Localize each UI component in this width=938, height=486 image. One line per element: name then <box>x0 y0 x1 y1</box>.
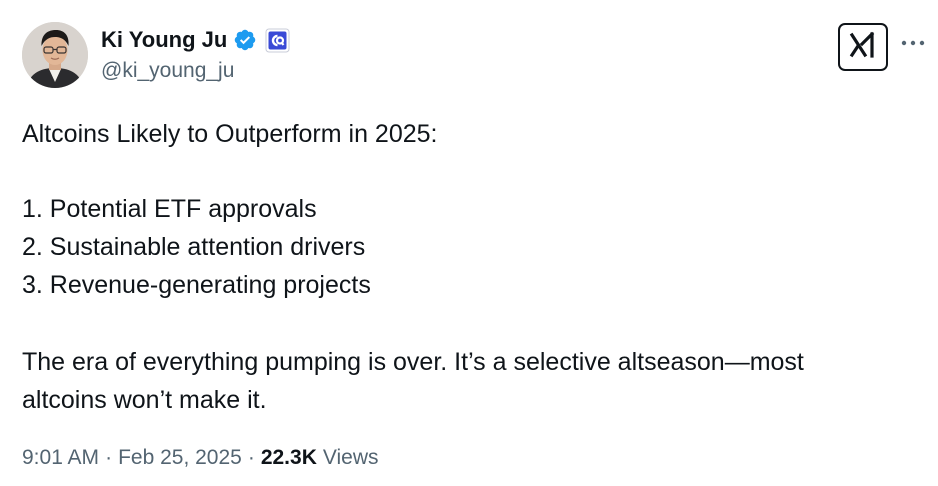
meta-separator: · <box>105 446 113 469</box>
cryptoquant-affiliate-icon[interactable] <box>265 28 290 53</box>
tweet-card: Ki Young Ju @ki_young_ju Altcoins Likely… <box>0 0 938 486</box>
more-dots-icon <box>901 34 925 52</box>
tweet-text-line: 1. Potential ETF approvals <box>22 195 317 223</box>
tweet-text-line: The era of everything pumping is over. I… <box>22 348 804 376</box>
tweet-text-line: Altcoins Likely to Outperform in 2025: <box>22 120 438 148</box>
avatar[interactable] <box>22 22 88 88</box>
author-name-row: Ki Young Ju <box>101 25 290 55</box>
grok-icon <box>848 31 878 64</box>
tweet-text-line: 2. Sustainable attention drivers <box>22 233 366 261</box>
author-handle[interactable]: @ki_young_ju <box>101 59 234 83</box>
tweet-text-line: altcoins won’t make it. <box>22 386 267 414</box>
tweet-text-line: 3. Revenue-generating projects <box>22 271 371 299</box>
author-display-name[interactable]: Ki Young Ju <box>101 27 227 53</box>
verified-badge-icon[interactable] <box>233 28 257 52</box>
views-count[interactable]: 22.3K <box>261 446 317 470</box>
tweet-date[interactable]: Feb 25, 2025 <box>118 446 242 470</box>
meta-separator: · <box>247 446 255 469</box>
tweet-time[interactable]: 9:01 AM <box>22 446 99 470</box>
tweet-meta: 9:01 AM · Feb 25, 2025 · 22.3K Views <box>22 446 379 470</box>
more-options-button[interactable] <box>898 28 928 58</box>
views-label: Views <box>322 446 379 469</box>
grok-button[interactable] <box>838 23 888 71</box>
